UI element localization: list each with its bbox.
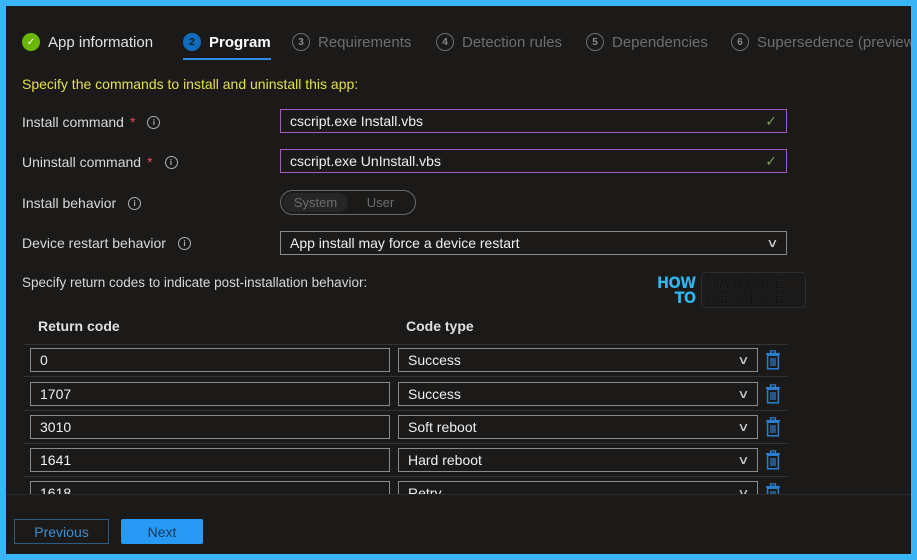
info-icon[interactable]: i [177,236,191,250]
delete-trash-icon[interactable] [765,417,781,437]
toggle-option-system[interactable]: System [283,193,348,212]
previous-button[interactable]: Previous [14,519,109,544]
step-2-icon: 2 [183,33,201,51]
wizard-footer: Previous Next [6,494,911,554]
tab-label: Detection rules [462,33,563,51]
required-marker: * [129,114,136,130]
code-type-select[interactable]: Success ∨ [398,382,758,406]
tab-requirements[interactable]: 3 Requirements [292,30,411,54]
toggle-option-user[interactable]: User [348,193,413,212]
step-3-icon: 3 [292,33,310,51]
tab-label: Requirements [318,33,412,51]
return-code-input[interactable]: 1641 [30,448,390,472]
code-type-select[interactable]: Success ∨ [398,348,758,372]
delete-trash-icon[interactable] [765,350,781,370]
tab-label: App information [48,33,154,51]
tab-label: Supersedence (preview) [757,33,911,51]
tab-supersedence[interactable]: 6 Supersedence (preview) [731,30,911,54]
divider [24,376,787,377]
install-behavior-toggle: System User [280,190,416,215]
code-type-select[interactable]: Hard reboot ∨ [398,448,758,472]
device-restart-label: Device restart behavior i [22,235,191,251]
uninstall-command-input[interactable]: cscript.exe UnInstall.vbs ✓ [280,149,787,173]
tab-detection-rules[interactable]: 4 Detection rules [436,30,562,54]
divider [24,443,787,444]
install-command-label: Install command * i [22,114,161,130]
chevron-down-icon: ∨ [766,236,779,250]
tab-label: Dependencies [612,33,708,51]
required-marker: * [147,154,153,170]
step-5-icon: 5 [586,33,604,51]
delete-trash-icon[interactable] [765,450,781,470]
install-command-input[interactable]: cscript.exe Install.vbs ✓ [280,109,787,133]
step-6-icon: 6 [731,33,749,51]
checkmark-icon: ✓ [22,33,40,51]
valid-check-icon: ✓ [765,152,777,169]
return-code-input[interactable]: 0 [30,348,390,372]
wizard-tabs: ✓ App information 2 Program 3 Requiremen… [6,6,911,68]
install-behavior-label: Install behavior i [22,195,142,211]
divider [24,476,787,477]
tab-app-information[interactable]: ✓ App information [22,30,153,54]
tab-dependencies[interactable]: 5 Dependencies [586,30,708,54]
divider [24,344,787,345]
chevron-down-icon: ∨ [737,353,750,367]
tab-label: Program [209,33,271,51]
next-button[interactable]: Next [121,519,203,544]
chevron-down-icon: ∨ [737,420,750,434]
column-header-code-type: Code type [406,318,474,334]
chevron-down-icon: ∨ [737,453,750,467]
chevron-down-icon: ∨ [737,387,750,401]
intro-text: Specify the commands to install and unin… [22,76,359,92]
column-header-return-code: Return code [38,318,120,334]
info-icon[interactable]: i [164,155,178,169]
return-code-input[interactable]: 1707 [30,382,390,406]
return-code-input[interactable]: 3010 [30,415,390,439]
divider [24,410,787,411]
info-icon[interactable]: i [147,115,161,129]
uninstall-command-label: Uninstall command * i [22,154,178,170]
device-restart-select[interactable]: App install may force a device restart ∨ [280,231,787,255]
howtomanagedevices-logo: HOW TO MANAGE DEVICES [657,272,807,308]
return-codes-intro: Specify return codes to indicate post-in… [22,275,368,290]
delete-trash-icon[interactable] [765,384,781,404]
info-icon[interactable]: i [128,196,142,210]
code-type-select[interactable]: Soft reboot ∨ [398,415,758,439]
tab-program[interactable]: 2 Program [183,30,271,60]
app-wizard-panel: ✓ App information 2 Program 3 Requiremen… [6,6,911,554]
step-4-icon: 4 [436,33,454,51]
valid-check-icon: ✓ [765,112,777,129]
